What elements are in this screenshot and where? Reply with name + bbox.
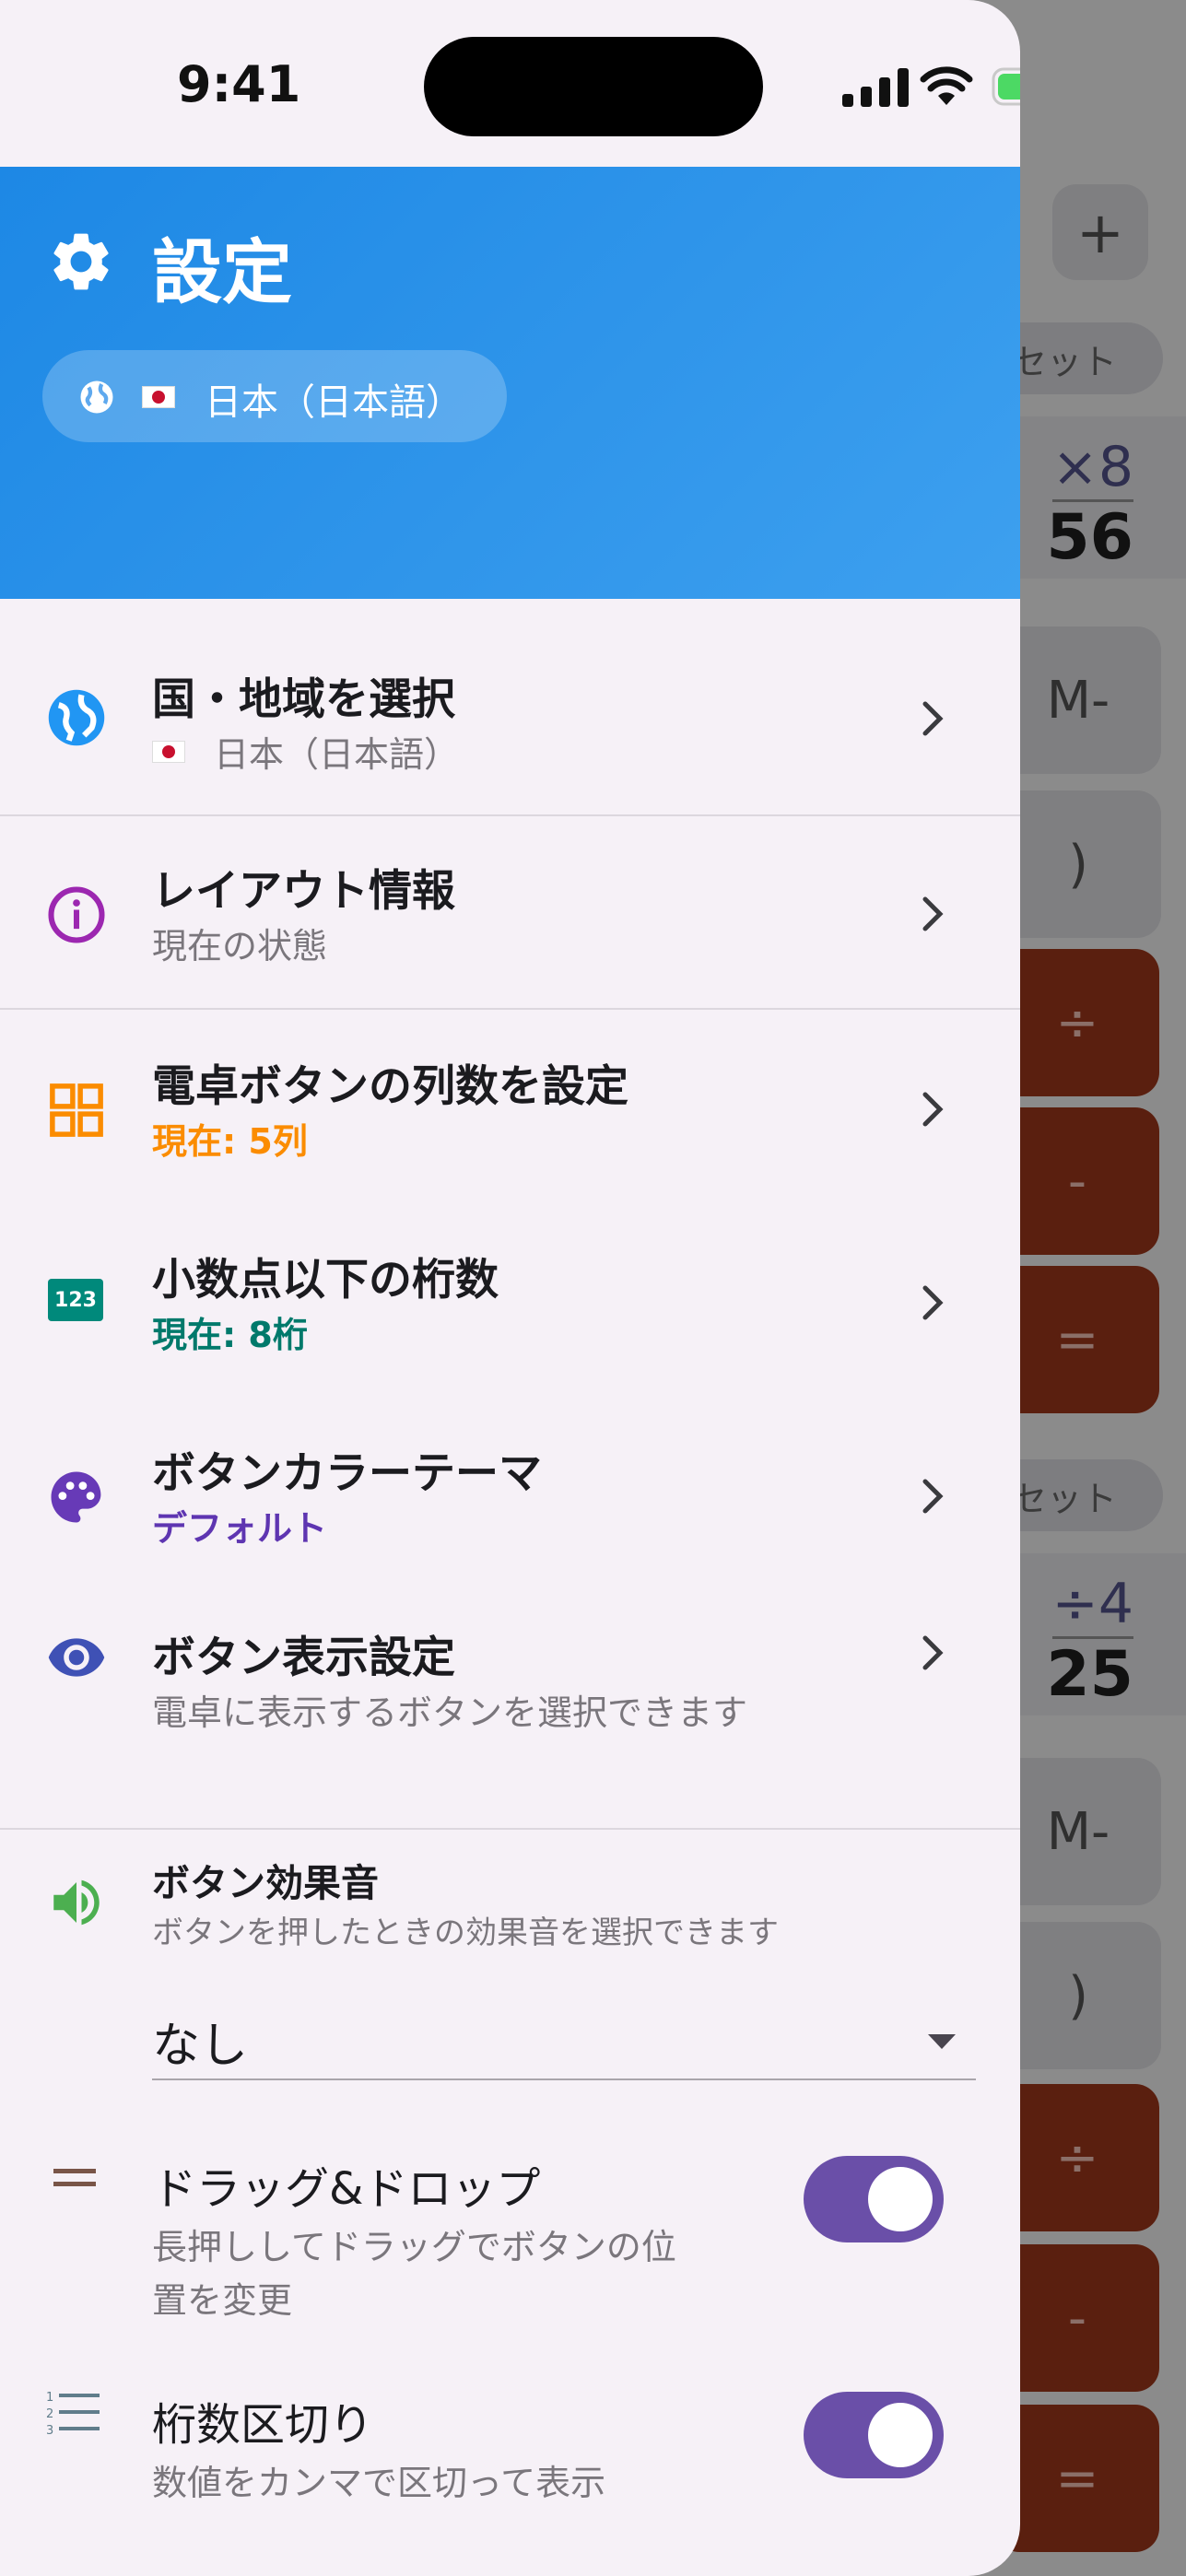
calc-display-2: ÷4 25 xyxy=(1004,1553,1186,1715)
calc-display-1: ×8 56 xyxy=(1004,416,1186,579)
drag-drop-subtitle-line2: 置を変更 xyxy=(152,2280,293,2321)
status-time: 9:41 xyxy=(177,55,301,113)
menu-item-title: 電卓ボタンの列数を設定 xyxy=(152,1061,628,1112)
gear-icon xyxy=(53,233,109,290)
menu-item-subtitle: デフォルト xyxy=(152,1508,328,1549)
add-button[interactable]: + xyxy=(1052,184,1148,280)
drag-drop-title: ドラッグ&ドロップ xyxy=(152,2163,541,2215)
chevron-right-icon xyxy=(922,1092,944,1127)
menu-item-subtitle: 現在: 5列 xyxy=(152,1121,308,1162)
info-icon xyxy=(48,886,105,943)
sound-select-value: なし xyxy=(152,2019,249,2074)
menu-item-title: 国・地域を選択 xyxy=(152,674,455,725)
numbers-123-icon: 123 xyxy=(48,1279,103,1321)
drag-handle-icon xyxy=(53,2169,96,2186)
menu-item-country[interactable]: 国・地域を選択 日本（日本語） xyxy=(0,636,1020,802)
menu-item-decimal-places[interactable]: 123 小数点以下の桁数 現在: 8桁 xyxy=(0,1216,1020,1382)
battery-charging-icon xyxy=(992,67,1020,106)
dynamic-island xyxy=(424,37,763,136)
language-chip-label: 日本（日本語） xyxy=(205,381,463,424)
drawer-title: 設定 xyxy=(152,231,292,313)
calc-button-mminus[interactable]: M- xyxy=(995,626,1161,774)
chevron-right-icon xyxy=(922,701,944,736)
sound-select[interactable]: なし xyxy=(152,1999,976,2078)
digit-separator-toggle[interactable] xyxy=(804,2392,944,2478)
digit-separator-subtitle: 数値をカンマで区切って表示 xyxy=(152,2463,606,2503)
chevron-right-icon xyxy=(922,896,944,931)
chevron-right-icon xyxy=(922,1285,944,1320)
digit-separator-title: 桁数区切り xyxy=(152,2399,374,2451)
display-result: 56 xyxy=(1046,501,1133,574)
palette-icon xyxy=(51,1471,101,1523)
eye-icon xyxy=(48,1638,105,1677)
sound-title: ボタン効果音 xyxy=(152,1861,379,1905)
menu-item-title: レイアウト情報 xyxy=(152,866,455,917)
menu-item-title: 小数点以下の桁数 xyxy=(152,1255,499,1306)
display-expression: ×8 xyxy=(1051,435,1133,502)
menu-item-title: ボタンカラーテーマ xyxy=(152,1448,542,1499)
language-chip[interactable]: 日本（日本語） xyxy=(42,350,507,442)
menu-item-title: ボタン表示設定 xyxy=(152,1633,455,1683)
dropdown-arrow-icon xyxy=(928,2034,956,2049)
menu-item-subtitle: 現在の状態 xyxy=(152,926,328,966)
menu-item-color-theme[interactable]: ボタンカラーテーマ デフォルト xyxy=(0,1410,1020,1575)
drag-drop-subtitle-line1: 長押ししてドラッグでボタンの位 xyxy=(152,2227,676,2267)
svg-text:2: 2 xyxy=(46,2407,53,2421)
drag-drop-toggle[interactable] xyxy=(804,2156,944,2242)
chevron-right-icon xyxy=(922,1479,944,1514)
menu-item-layout-info[interactable]: レイアウト情報 現在の状態 xyxy=(0,827,1020,993)
menu-item-subtitle: 電卓に表示するボタンを選択できます xyxy=(152,1692,748,1733)
numbered-list-icon: 1 2 3 xyxy=(46,2391,100,2438)
sound-subtitle: ボタンを押したときの効果音を選択できます xyxy=(152,1914,779,1951)
divider xyxy=(0,814,1020,816)
wifi-icon xyxy=(920,66,973,105)
display-expression-2: ÷4 xyxy=(1051,1572,1133,1639)
select-underline xyxy=(152,2078,976,2080)
svg-text:3: 3 xyxy=(46,2424,53,2438)
grid-icon xyxy=(50,1083,103,1137)
menu-item-button-display[interactable]: ボタン表示設定 電卓に表示するボタンを選択できます xyxy=(0,1603,1020,1769)
display-result-2: 25 xyxy=(1046,1638,1133,1711)
menu-item-subtitle: 日本（日本語） xyxy=(214,734,460,775)
calc-button-rparen-2[interactable]: ) xyxy=(995,1922,1161,2069)
calc-button-mminus-2[interactable]: M- xyxy=(995,1758,1161,1905)
calc-button-rparen[interactable]: ) xyxy=(995,790,1161,938)
globe-icon xyxy=(80,381,113,414)
status-bar: 9:41 xyxy=(0,0,1020,167)
japan-flag-icon xyxy=(152,741,185,763)
globe-icon xyxy=(48,689,105,746)
divider xyxy=(0,1828,1020,1830)
menu-item-columns[interactable]: 電卓ボタンの列数を設定 現在: 5列 xyxy=(0,1023,1020,1188)
settings-drawer: 9:41 設定 日本（日本語） 国・地域を選択 日本（日本語） レイアウト情報 … xyxy=(0,0,1020,2576)
divider xyxy=(0,1008,1020,1010)
japan-flag-icon xyxy=(142,386,175,408)
cellular-signal-icon xyxy=(842,68,909,107)
chevron-right-icon xyxy=(922,1635,944,1670)
menu-item-subtitle: 現在: 8桁 xyxy=(152,1315,308,1355)
svg-text:1: 1 xyxy=(46,2391,53,2405)
volume-icon xyxy=(53,1879,100,1926)
